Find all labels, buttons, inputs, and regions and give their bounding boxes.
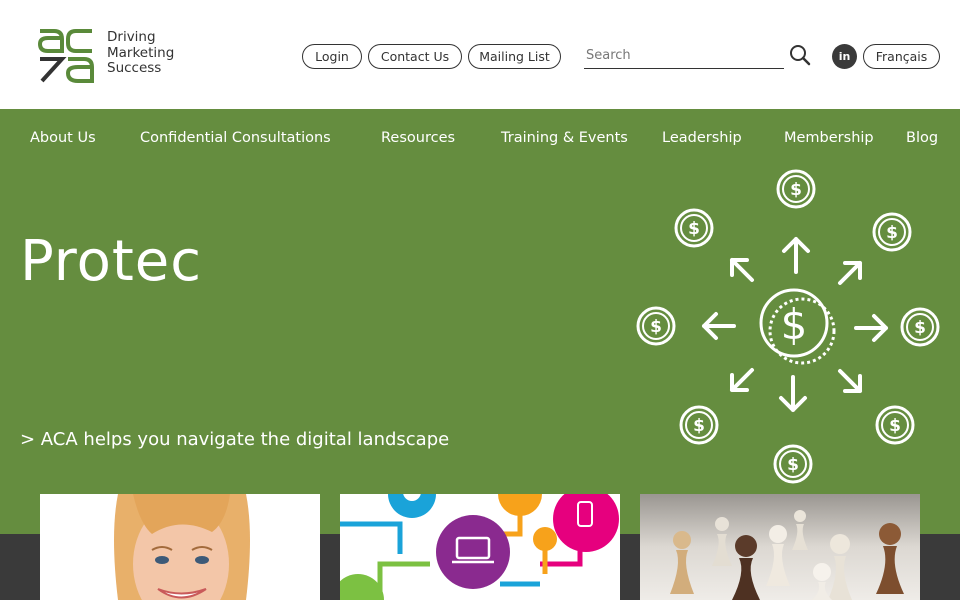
nav-item-resources[interactable]: Resources (381, 130, 455, 146)
contact-us-button[interactable]: Contact Us (368, 44, 462, 69)
aca-logo-mark (38, 29, 94, 83)
article-card-3[interactable] (640, 494, 920, 600)
nav-item-about-us[interactable]: About Us (30, 130, 96, 146)
dollar-sign: $ (886, 223, 898, 243)
language-toggle-button[interactable]: Français (863, 44, 940, 69)
arrow-up-right-icon (838, 261, 862, 285)
money-arrows-illustration: $ $ $ $ $ $ $ $ $ (636, 169, 940, 484)
site-header: Driving Marketing Success Login Contact … (0, 0, 960, 109)
article-card-2[interactable] (340, 494, 620, 600)
nav-item-training-events[interactable]: Training & Events (501, 130, 628, 146)
hero-title: Protec (20, 229, 203, 294)
search-icon[interactable] (789, 44, 811, 66)
arrow-down-icon (779, 375, 807, 412)
logo-tagline-line-3: Success (107, 60, 162, 76)
dollar-sign: $ (889, 416, 901, 436)
center-dollar-sign: $ (781, 300, 808, 349)
arrow-down-left-icon (730, 368, 754, 392)
arrow-up-icon (782, 237, 810, 274)
login-button[interactable]: Login (302, 44, 362, 69)
nav-item-membership[interactable]: Membership (784, 130, 874, 146)
arrow-up-left-icon (730, 258, 754, 282)
dollar-sign: $ (688, 219, 700, 239)
logo-tagline-line-2: Marketing (107, 44, 175, 61)
nav-item-blog[interactable]: Blog (906, 130, 938, 146)
mailing-list-button[interactable]: Mailing List (468, 44, 561, 69)
logo-tagline: Driving Marketing Success (107, 29, 175, 77)
hero-section: About Us Confidential Consultations Reso… (0, 109, 960, 534)
dollar-sign: $ (914, 318, 926, 338)
arrow-right-icon (854, 314, 888, 342)
site-logo[interactable]: Driving Marketing Success (38, 27, 178, 83)
hero-subtitle[interactable]: > ACA helps you navigate the digital lan… (20, 429, 449, 450)
arrow-down-right-icon (838, 369, 862, 393)
dollar-sign: $ (787, 455, 799, 475)
dollar-sign: $ (693, 416, 705, 436)
dollar-sign: $ (650, 317, 662, 337)
search-input[interactable] (584, 42, 784, 68)
arrow-left-icon (702, 312, 736, 340)
connected-devices-illustration (340, 494, 620, 600)
search-box (584, 42, 784, 69)
dollar-sign: $ (790, 180, 802, 200)
article-card-1[interactable] (40, 494, 320, 600)
linkedin-icon[interactable]: in (832, 44, 857, 69)
person-photo (40, 494, 320, 600)
logo-tagline-line-1: Driving (107, 29, 156, 45)
nav-item-confidential-consultations[interactable]: Confidential Consultations (140, 130, 331, 146)
wooden-pawns-photo (640, 494, 920, 600)
nav-item-leadership[interactable]: Leadership (662, 130, 742, 146)
